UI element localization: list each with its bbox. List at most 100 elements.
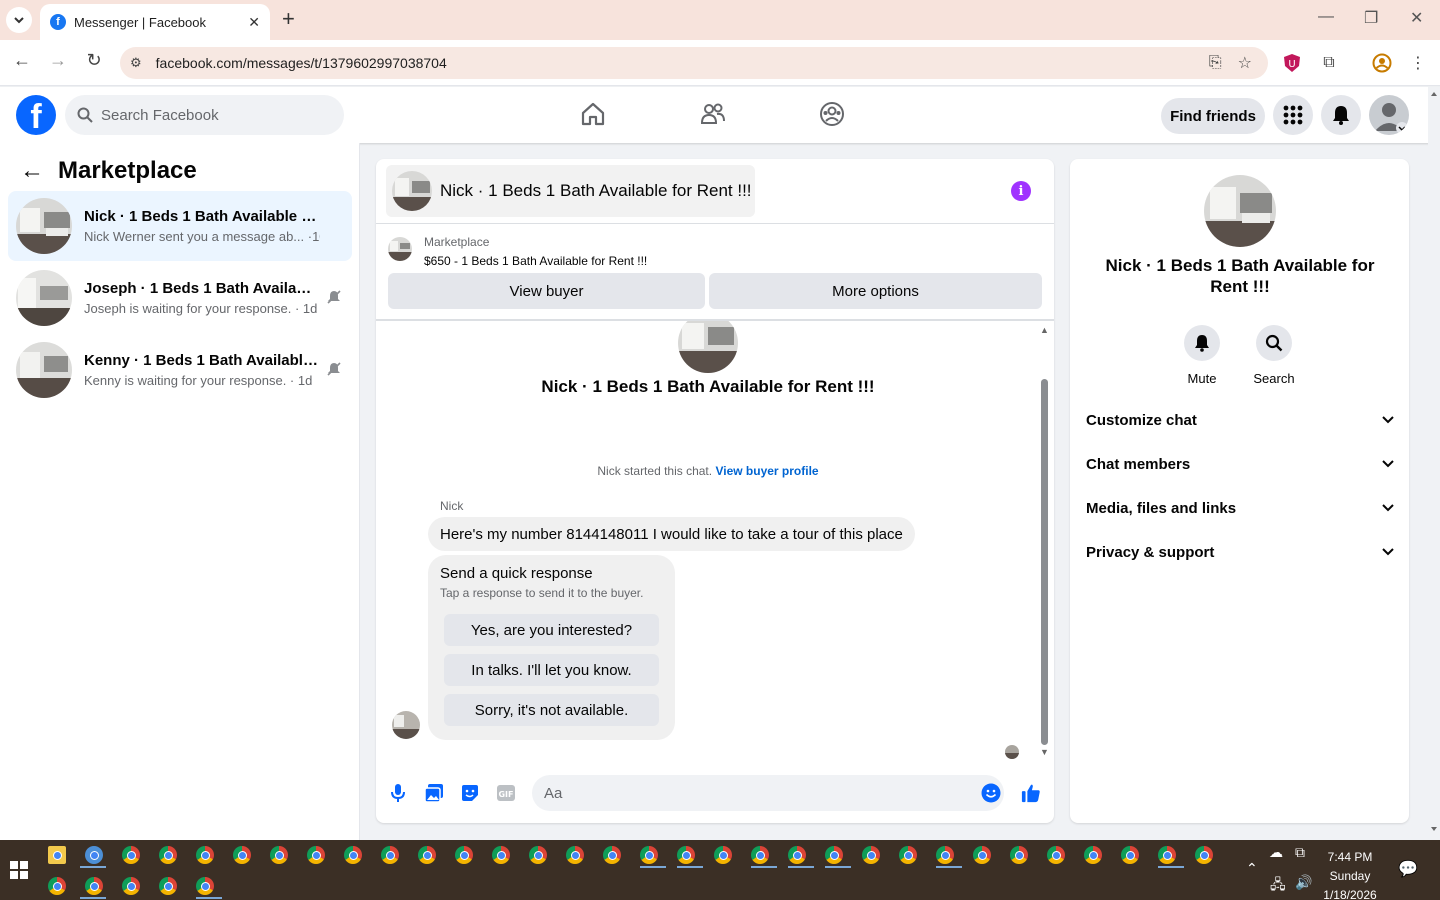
new-tab-button[interactable]: +: [282, 8, 295, 30]
chrome-icon[interactable]: [862, 846, 880, 864]
window-close-icon[interactable]: ✕: [1410, 8, 1423, 28]
chrome-icon[interactable]: [529, 846, 547, 864]
notification-center-icon[interactable]: 💬: [1398, 859, 1418, 879]
photo-gallery-icon[interactable]: [424, 783, 444, 803]
groups-icon[interactable]: [817, 99, 847, 129]
file-explorer-icon[interactable]: [48, 846, 66, 864]
chrome-icon[interactable]: [418, 846, 436, 864]
microphone-icon[interactable]: [388, 783, 408, 803]
mute-action[interactable]: Mute: [1167, 325, 1237, 386]
install-app-icon[interactable]: ⎘: [1209, 54, 1222, 72]
chrome-icon[interactable]: [788, 846, 806, 864]
network-icon[interactable]: 🖧: [1270, 874, 1286, 898]
chrome-icon[interactable]: [233, 846, 251, 864]
media-files-links-section[interactable]: Media, files and links: [1086, 496, 1394, 520]
sender-avatar[interactable]: [392, 711, 420, 739]
volume-icon[interactable]: 🔊: [1295, 874, 1312, 891]
browser-tab[interactable]: f Messenger | Facebook ✕: [40, 4, 270, 40]
chrome-icon[interactable]: [677, 846, 695, 864]
find-friends-button[interactable]: Find friends: [1161, 98, 1265, 134]
conversation-item[interactable]: Nick · 1 Beds 1 Bath Available for R... …: [8, 191, 352, 261]
ublock-extension-icon[interactable]: U: [1281, 52, 1303, 74]
chrome-icon[interactable]: [196, 846, 214, 864]
forward-arrow-icon[interactable]: →: [45, 50, 71, 71]
profile-icon[interactable]: [1371, 52, 1393, 74]
back-arrow-icon[interactable]: ←: [20, 157, 44, 185]
reload-icon[interactable]: ↻: [81, 50, 107, 71]
search-action[interactable]: Search: [1239, 325, 1309, 386]
conversation-item[interactable]: Kenny · 1 Beds 1 Bath Available f... Ken…: [8, 335, 352, 405]
customize-chat-section[interactable]: Customize chat: [1086, 408, 1394, 432]
chrome-icon[interactable]: [85, 877, 103, 895]
chrome-icon[interactable]: [936, 846, 954, 864]
chrome-icon[interactable]: [492, 846, 510, 864]
chrome-icon[interactable]: [1195, 846, 1213, 864]
privacy-support-section[interactable]: Privacy & support: [1086, 540, 1394, 564]
restore-icon[interactable]: ❐: [1364, 8, 1378, 28]
gif-icon[interactable]: GIF: [496, 783, 516, 803]
chrome-icon[interactable]: [1084, 846, 1102, 864]
clock[interactable]: 7:44 PM Sunday 1/18/2026: [1318, 848, 1382, 900]
chrome-icon[interactable]: [159, 846, 177, 864]
chrome-icon[interactable]: [122, 877, 140, 895]
chrome-icon[interactable]: [714, 846, 732, 864]
chat-header[interactable]: Nick · 1 Beds 1 Bath Available for Rent …: [386, 165, 755, 217]
sticker-icon[interactable]: [460, 783, 480, 803]
chrome-icon[interactable]: [307, 846, 325, 864]
listing-summary[interactable]: Marketplace $650 - 1 Beds 1 Bath Availab…: [388, 235, 647, 268]
menu-grid-icon[interactable]: [1273, 95, 1313, 135]
info-icon[interactable]: i: [1011, 181, 1031, 201]
chrome-icon[interactable]: [566, 846, 584, 864]
chrome-icon[interactable]: [196, 877, 214, 895]
back-arrow-icon[interactable]: ←: [9, 50, 35, 71]
cloud-icon[interactable]: ☁: [1269, 844, 1283, 861]
emoji-icon[interactable]: [981, 783, 1001, 803]
chrome-icon[interactable]: [899, 846, 917, 864]
windows-start-icon[interactable]: [10, 861, 28, 879]
chevron-up-icon[interactable]: ⌃: [1246, 860, 1258, 877]
chrome-icon[interactable]: [1121, 846, 1139, 864]
meet-icon[interactable]: ⧉: [1295, 844, 1305, 861]
browser-menu-icon[interactable]: ⋮: [1407, 52, 1429, 74]
quick-response-button[interactable]: Sorry, it's not available.: [444, 694, 659, 726]
bookmark-star-icon[interactable]: ☆: [1238, 53, 1252, 73]
account-avatar[interactable]: [1369, 95, 1409, 135]
mic-app-icon[interactable]: [85, 846, 103, 864]
chrome-icon[interactable]: [48, 877, 66, 895]
scroll-up-arrow-icon[interactable]: ▲: [1040, 325, 1049, 335]
notifications-bell-icon[interactable]: [1321, 95, 1361, 135]
chrome-icon[interactable]: [751, 846, 769, 864]
scrollbar-thumb[interactable]: [1041, 379, 1048, 745]
chrome-icon[interactable]: [603, 846, 621, 864]
home-icon[interactable]: [578, 99, 608, 129]
chrome-icon[interactable]: [1047, 846, 1065, 864]
view-buyer-profile-link[interactable]: View buyer profile: [715, 464, 818, 478]
chat-members-section[interactable]: Chat members: [1086, 452, 1394, 476]
quick-response-button[interactable]: Yes, are you interested?: [444, 614, 659, 646]
facebook-logo-icon[interactable]: f: [16, 95, 56, 135]
chrome-icon[interactable]: [270, 846, 288, 864]
chrome-icon[interactable]: [1010, 846, 1028, 864]
tab-search-button[interactable]: [6, 7, 32, 33]
chrome-icon[interactable]: [122, 846, 140, 864]
facebook-search-input[interactable]: [101, 106, 321, 124]
friends-icon[interactable]: [698, 99, 728, 129]
message-list[interactable]: Nick · 1 Beds 1 Bath Available for Rent …: [376, 321, 1054, 766]
more-options-button[interactable]: More options: [709, 273, 1042, 309]
address-bar[interactable]: ⚙ facebook.com/messages/t/13796029970387…: [120, 47, 1268, 79]
facebook-search-box[interactable]: [65, 95, 344, 135]
chrome-icon[interactable]: [381, 846, 399, 864]
chrome-icon[interactable]: [640, 846, 658, 864]
chrome-icon[interactable]: [159, 877, 177, 895]
message-input[interactable]: [532, 775, 1004, 811]
thumbs-up-icon[interactable]: [1021, 783, 1041, 803]
message-scrollbar[interactable]: ▲ ▼: [1038, 321, 1050, 761]
chrome-icon[interactable]: [825, 846, 843, 864]
extensions-puzzle-icon[interactable]: ⧉: [1318, 52, 1340, 74]
chrome-icon[interactable]: [973, 846, 991, 864]
tab-close-icon[interactable]: ✕: [248, 14, 260, 31]
conversation-item[interactable]: Joseph · 1 Beds 1 Bath Available ... Jos…: [8, 263, 352, 333]
chrome-icon[interactable]: [1158, 846, 1176, 864]
view-buyer-button[interactable]: View buyer: [388, 273, 705, 309]
page-scrollbar[interactable]: [1428, 87, 1440, 840]
